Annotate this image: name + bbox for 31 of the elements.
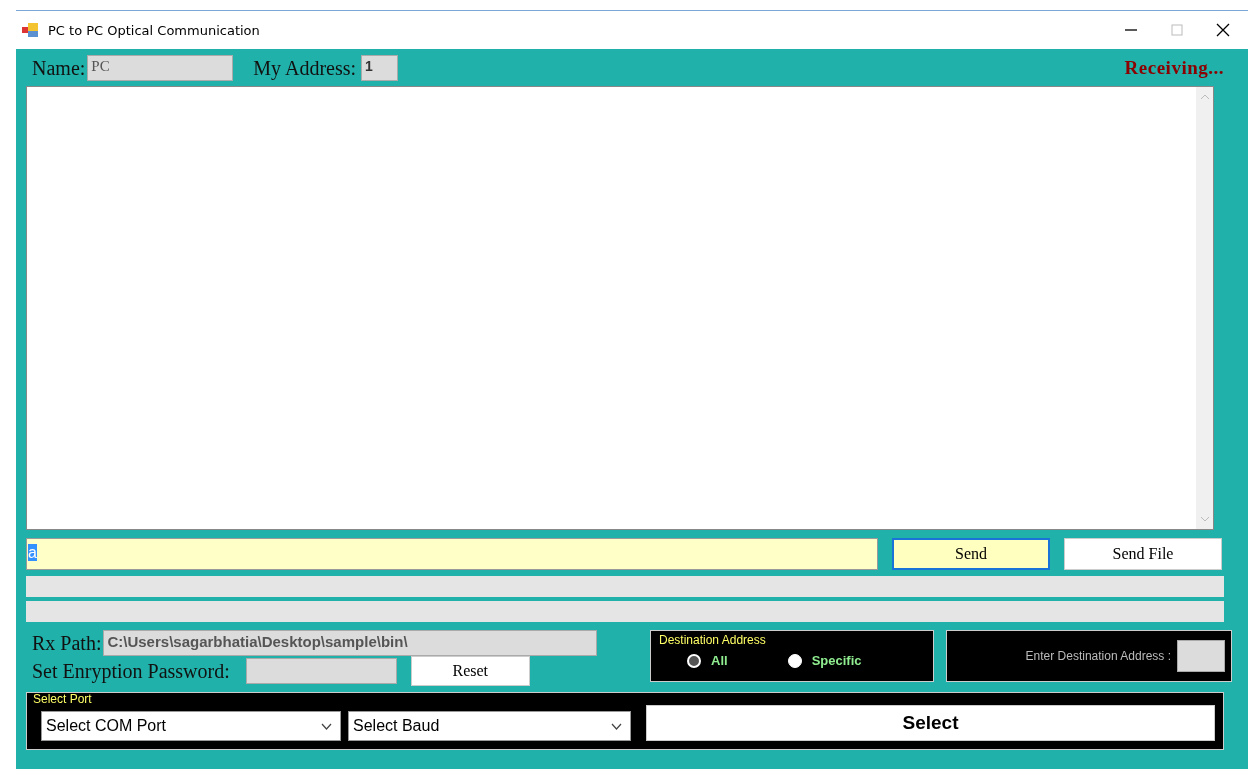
destination-address-label: Enter Destination Address : xyxy=(1025,649,1171,663)
radio-icon[interactable] xyxy=(787,653,802,668)
name-field[interactable]: PC xyxy=(87,55,234,81)
chevron-icon xyxy=(321,722,332,730)
select-button[interactable]: Select xyxy=(646,705,1215,741)
scroll-down-icon[interactable] xyxy=(1199,515,1210,523)
radio-option[interactable]: All xyxy=(687,653,728,668)
reset-button[interactable]: Reset xyxy=(410,656,530,686)
app-icon xyxy=(22,23,38,37)
status-text: Receiving... xyxy=(1124,57,1224,79)
group-title: Select Port xyxy=(33,692,92,706)
rx-path-field[interactable]: C:\Users\sagarbhatia\Desktop\sample\bin\ xyxy=(103,630,598,656)
radio-option[interactable]: Specific xyxy=(787,653,862,668)
password-field[interactable] xyxy=(245,658,397,684)
destination-address-field[interactable] xyxy=(1177,640,1225,672)
dropdown[interactable]: Select Baud xyxy=(348,711,631,741)
dropdown[interactable]: Select COM Port xyxy=(41,711,341,741)
scrollbar[interactable] xyxy=(1196,87,1213,529)
group-title: Destination Address xyxy=(659,633,767,647)
address-label: My Address: xyxy=(253,56,357,80)
send-file-button[interactable]: Send File xyxy=(1064,538,1222,570)
password-label: Set Enryption Password: xyxy=(32,659,230,683)
name-label: Name: xyxy=(32,56,86,80)
window-title: PC to PC Optical Communication xyxy=(48,22,260,38)
message-log[interactable] xyxy=(26,86,1214,530)
address-field[interactable]: 1 xyxy=(361,55,399,81)
rx-path-label: Rx Path: xyxy=(32,631,102,655)
radio-icon[interactable] xyxy=(687,653,701,668)
chevron-icon xyxy=(611,722,622,730)
send-button[interactable]: Send xyxy=(892,538,1050,570)
scroll-up-icon[interactable] xyxy=(1199,93,1210,101)
